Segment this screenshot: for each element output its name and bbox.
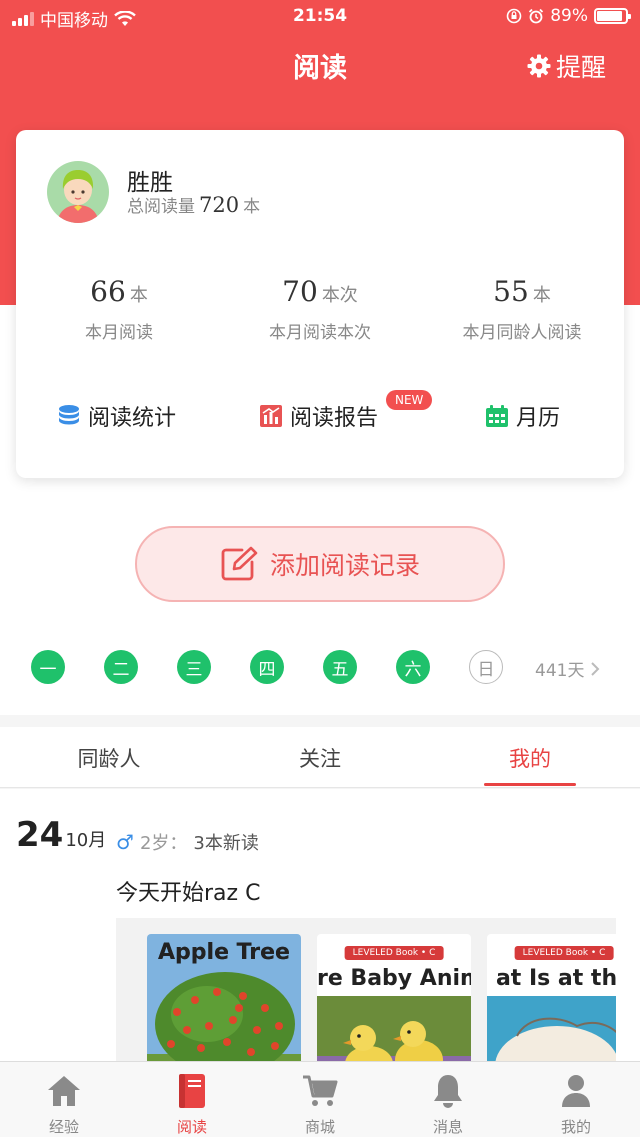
tab-following[interactable]: 关注 (250, 743, 390, 773)
ducklings-photo (317, 996, 471, 1068)
tabbar-shop[interactable]: 商城 (256, 1072, 384, 1137)
reading-stats-label: 阅读统计 (88, 406, 177, 431)
tabbar-label: 我的 (560, 1118, 591, 1136)
stat-unit: 本 (532, 285, 551, 306)
calendar-label: 月历 (516, 406, 561, 431)
bottom-tab-bar: 经验 阅读 商城 消息 我的 (0, 1061, 640, 1137)
stat-month-sessions[interactable]: 70 本次 本月阅读本次 (220, 275, 420, 343)
reading-stats-button[interactable]: 阅读统计 (58, 400, 176, 432)
bell-icon (434, 1075, 462, 1108)
weekday-sat[interactable]: 六 (396, 650, 430, 684)
tabbar-experience[interactable]: 经验 (0, 1072, 128, 1137)
tab-mine[interactable]: 我的 (460, 743, 600, 773)
alarm-icon (529, 8, 544, 24)
level-banner: LEVELED Book • C (344, 946, 444, 960)
child-avatar-icon (57, 170, 99, 223)
new-badge: NEW (386, 390, 433, 410)
tabbar-reading[interactable]: 阅读 (128, 1072, 256, 1137)
new-books-count: 3本新读 (193, 833, 259, 854)
book-title: re Baby Anim (317, 966, 471, 991)
book-covers: Apple Tree Apple Tree LEVELED Book • C r… (116, 918, 616, 1068)
remind-label: 提醒 (555, 53, 606, 82)
add-record-label: 添加阅读记录 (269, 551, 420, 580)
cart-icon (303, 1075, 338, 1106)
stat-unit: 本次 (321, 285, 358, 306)
reading-report-label: 阅读报告 (290, 406, 379, 431)
feed-list: 24 10月 ♂ 2岁： 3本新读 今天开始raz C Apple Tree A… (0, 789, 640, 1068)
add-reading-record-button[interactable]: 添加阅读记录 (135, 526, 505, 602)
male-icon: ♂ (116, 830, 134, 854)
total-unit: 本 (243, 197, 261, 217)
post-meta: ♂ 2岁： 3本新读 (116, 829, 259, 855)
child-age: 2岁： (139, 833, 188, 854)
home-icon (48, 1076, 80, 1106)
weekday-thu[interactable]: 四 (250, 650, 284, 684)
tabbar-label: 经验 (48, 1118, 79, 1136)
gear-icon (527, 54, 551, 78)
post-day: 24 (16, 815, 64, 855)
tabbar-label: 阅读 (176, 1118, 207, 1136)
animal-illustration (487, 996, 616, 1068)
book-title: at Is at the (495, 966, 616, 991)
tabbar-label: 消息 (432, 1118, 463, 1136)
stat-month-books[interactable]: 66 本 本月阅读 (19, 275, 219, 343)
stat-value: 66 (90, 275, 126, 308)
weekday-wed[interactable]: 三 (177, 650, 211, 684)
tabbar-label: 商城 (304, 1118, 335, 1136)
stat-label: 本月阅读 (85, 323, 153, 343)
stat-unit: 本 (129, 285, 148, 306)
chevron-right-icon (591, 661, 600, 676)
weekday-fri[interactable]: 五 (323, 650, 357, 684)
reading-report-button[interactable]: 阅读报告 (260, 400, 378, 432)
stat-value: 70 (282, 275, 318, 308)
calendar-icon (486, 405, 508, 427)
status-bar: 中国移动 21:54 89% (0, 0, 640, 34)
status-right: 89% (506, 6, 631, 26)
book-icon (179, 1074, 205, 1108)
book-cover[interactable]: LEVELED Book • C re Baby Anim (317, 934, 471, 1068)
streak-link[interactable]: 441天 (535, 656, 600, 681)
battery-icon (594, 8, 631, 24)
total-value: 720 (199, 193, 240, 217)
weekday-mon[interactable]: 一 (31, 650, 65, 684)
total-label: 总阅读量 (127, 197, 195, 217)
stat-peer-books[interactable]: 55 本 本月同龄人阅读 (422, 275, 622, 343)
tabbar-mine[interactable]: 我的 (512, 1072, 640, 1137)
total-reading: 总阅读量 720 本 (127, 192, 260, 217)
remind-button[interactable]: 提醒 (527, 48, 606, 84)
battery-percent: 89% (550, 6, 588, 26)
weekday-tue[interactable]: 二 (104, 650, 138, 684)
database-icon (59, 405, 79, 425)
calendar-button[interactable]: 月历 (486, 400, 560, 432)
book-title-overlay: Apple Tree (158, 940, 290, 965)
stat-label: 本月阅读本次 (269, 323, 371, 343)
edit-icon (221, 546, 258, 581)
person-icon (562, 1075, 590, 1107)
weekday-sun[interactable]: 日 (469, 650, 503, 684)
stat-label: 本月同龄人阅读 (462, 323, 582, 343)
tab-peers[interactable]: 同龄人 (39, 743, 179, 773)
chart-icon (260, 405, 282, 427)
rotation-lock-icon (506, 8, 522, 24)
tab-active-indicator (484, 783, 576, 786)
post-date: 24 10月 (16, 815, 106, 855)
stat-value: 55 (493, 275, 529, 308)
feed-tabs: 同龄人 关注 我的 (0, 727, 640, 788)
post-text: 今天开始raz C (116, 881, 261, 906)
tabbar-messages[interactable]: 消息 (384, 1072, 512, 1137)
book-cover[interactable]: LEVELED Book • C at Is at the (487, 934, 616, 1068)
avatar[interactable] (47, 161, 109, 223)
profile-card: 胜胜 总阅读量 720 本 66 本 本月阅读 70 本次 本月阅读本次 55 本 本月同… (16, 130, 624, 478)
book-cover[interactable]: Apple Tree Apple Tree (147, 934, 301, 1068)
post-month: 10月 (65, 830, 107, 851)
streak-days: 441天 (535, 661, 585, 681)
level-banner: LEVELED Book • C (514, 946, 614, 960)
